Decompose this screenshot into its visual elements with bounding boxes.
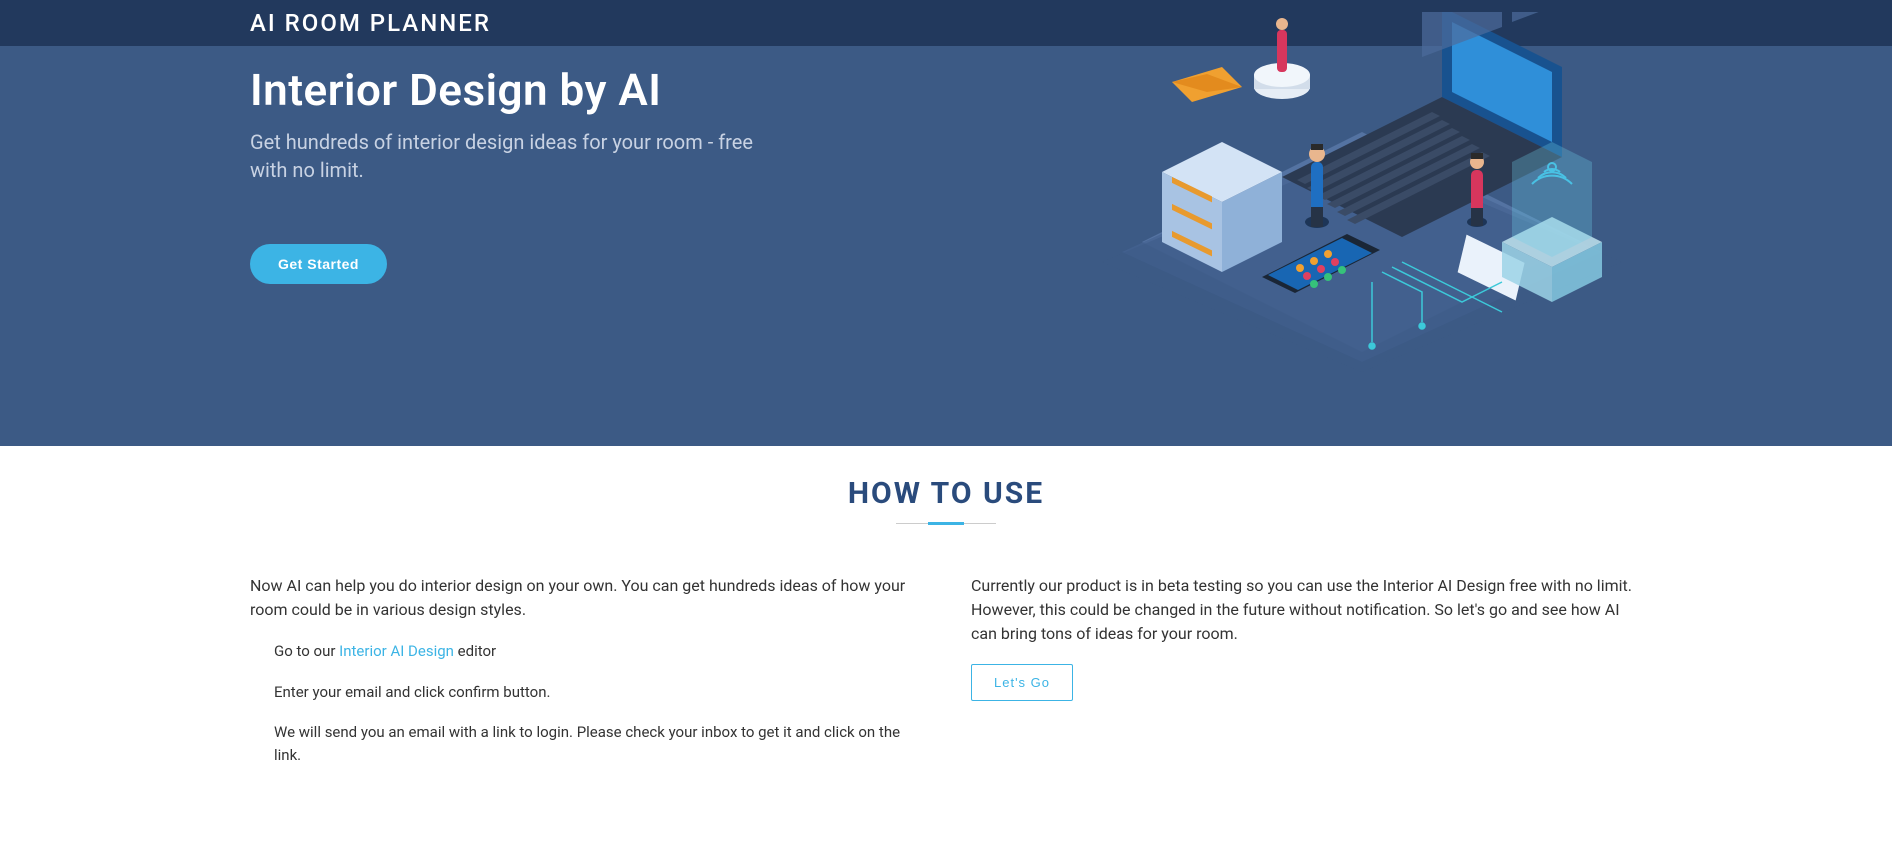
steps-list: Go to our Interior AI Design editor Ente… xyxy=(250,640,921,766)
how-to-use-section: HOW TO USE Now AI can help you do interi… xyxy=(0,446,1892,824)
hero-title: Interior Design by AI xyxy=(250,64,790,116)
hero-subtitle: Get hundreds of interior design ideas fo… xyxy=(250,128,790,184)
step-item: Go to our Interior AI Design editor xyxy=(274,640,921,663)
hero-content: Interior Design by AI Get hundreds of in… xyxy=(250,58,790,284)
get-started-button[interactable]: Get Started xyxy=(250,244,387,284)
lets-go-button[interactable]: Let's Go xyxy=(971,664,1073,701)
step-prefix: Go to our xyxy=(274,642,339,660)
step-item: Enter your email and click confirm butto… xyxy=(274,681,921,704)
right-text: Currently our product is in beta testing… xyxy=(971,574,1642,646)
left-column: Now AI can help you do interior design o… xyxy=(250,574,921,784)
content-columns: Now AI can help you do interior design o… xyxy=(250,574,1642,784)
section-divider xyxy=(896,523,996,524)
right-column: Currently our product is in beta testing… xyxy=(971,574,1642,784)
intro-text: Now AI can help you do interior design o… xyxy=(250,574,921,622)
hero-section: Interior Design by AI Get hundreds of in… xyxy=(0,46,1892,446)
interior-ai-design-link[interactable]: Interior AI Design xyxy=(339,642,454,660)
section-title: HOW TO USE xyxy=(250,476,1642,511)
brand-title[interactable]: AI ROOM PLANNER xyxy=(250,9,491,37)
step-item: We will send you an email with a link to… xyxy=(274,721,921,766)
hero-illustration xyxy=(1082,12,1642,372)
step-suffix: editor xyxy=(454,642,496,660)
